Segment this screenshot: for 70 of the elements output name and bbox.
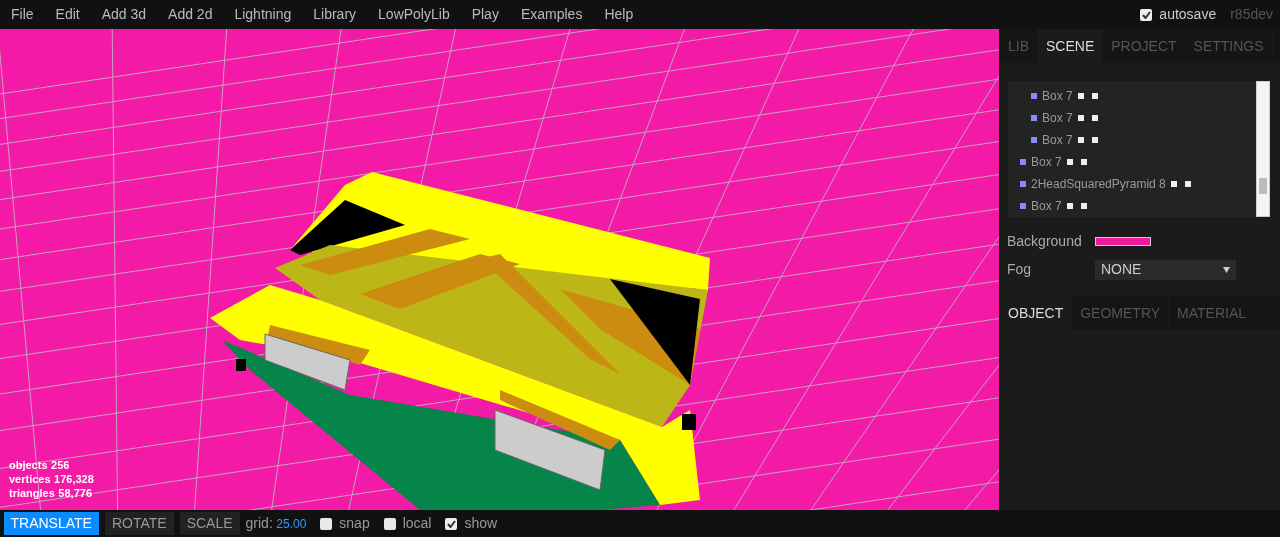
menu-item[interactable]: Play (460, 0, 510, 29)
option-label: local (402, 514, 432, 533)
autosave-label: autosave (1159, 5, 1217, 24)
stat-label: vertices (9, 472, 51, 486)
outliner-item[interactable]: Box 7 (1008, 194, 1088, 217)
menu-item[interactable]: LowPolyLib (367, 0, 461, 29)
material-icon (1081, 158, 1088, 165)
geometry-icon (1066, 158, 1073, 165)
menu-item[interactable]: Help (593, 0, 645, 29)
stat-label: triangles (9, 486, 55, 500)
sidebar-tab[interactable]: SCENE (1038, 29, 1104, 63)
item-label: Box 7 (1031, 197, 1062, 215)
scrollbar[interactable] (1256, 81, 1270, 217)
menu-item[interactable]: Edit (44, 0, 91, 29)
menu-item[interactable]: Add 2d (157, 0, 224, 29)
menu-item[interactable]: Library (302, 0, 368, 29)
stat-value: 176,328 (54, 472, 94, 486)
checkbox[interactable] (445, 517, 458, 530)
object-icon (1020, 180, 1026, 187)
version-text: r85dev (1230, 5, 1273, 24)
color-swatch[interactable] (1095, 237, 1151, 246)
3d-viewport[interactable]: objects 256 vertices 176,328 triangles 58,776 (0, 29, 999, 510)
option-label: snap (339, 514, 370, 533)
geometry-icon (1066, 202, 1073, 209)
menu-item[interactable]: Examples (509, 0, 594, 29)
object-icon (1031, 136, 1037, 143)
geometry-icon (1077, 114, 1084, 121)
material-icon (1092, 114, 1099, 121)
checkbox[interactable] (1140, 8, 1153, 21)
menu-item[interactable]: File (0, 0, 45, 29)
grid-value-field[interactable]: 25.00 (276, 514, 307, 533)
mode-button[interactable]: TRANSLATE (3, 512, 99, 535)
outliner-item[interactable]: 2HeadSquaredPyramid 8 (1008, 172, 1192, 195)
mode-button[interactable]: SCALE (179, 512, 240, 535)
item-label: Box 7 (1042, 131, 1073, 149)
fog-dropdown[interactable]: NONE (1095, 259, 1236, 280)
checkbox[interactable] (320, 517, 333, 530)
stat-label: objects (9, 458, 48, 472)
menu-item[interactable]: Lightning (223, 0, 303, 29)
object-icon (1020, 202, 1026, 209)
item-label: Box 7 (1031, 153, 1062, 171)
mode-button[interactable]: ROTATE (104, 512, 174, 535)
properties-tab[interactable]: OBJECT (1000, 296, 1073, 330)
outliner-item[interactable]: Box 7 (1008, 106, 1099, 129)
material-icon (1092, 92, 1099, 99)
outliner-item[interactable]: Box 7 (1008, 84, 1099, 107)
object-icon (1031, 114, 1037, 121)
stat-value: 256 (51, 458, 70, 472)
model-drawing[interactable] (210, 172, 710, 510)
grid-label: grid: (245, 514, 273, 533)
geometry-icon (1170, 180, 1177, 187)
option-label: show (464, 514, 498, 533)
object-icon (1020, 158, 1026, 165)
outliner-item[interactable]: Box 7 (1008, 128, 1099, 151)
object-icon (1031, 92, 1037, 99)
fog-label: Fog (1007, 260, 1033, 279)
background-label: Background (1007, 232, 1083, 251)
item-label: 2HeadSquaredPyramid 8 (1031, 175, 1166, 193)
caret-icon (1223, 266, 1230, 273)
geometry-icon (1077, 92, 1084, 99)
menu-item[interactable]: Add 3d (90, 0, 158, 29)
geometry-icon (1077, 136, 1084, 143)
material-icon (1081, 202, 1088, 209)
item-label: Box 7 (1042, 109, 1073, 127)
stat-value: 58,776 (58, 486, 92, 500)
material-icon (1092, 136, 1099, 143)
item-label: Box 7 (1042, 87, 1073, 105)
checkbox[interactable] (383, 517, 396, 530)
outliner-item[interactable]: Box 7 (1008, 150, 1088, 173)
material-icon (1185, 180, 1192, 187)
